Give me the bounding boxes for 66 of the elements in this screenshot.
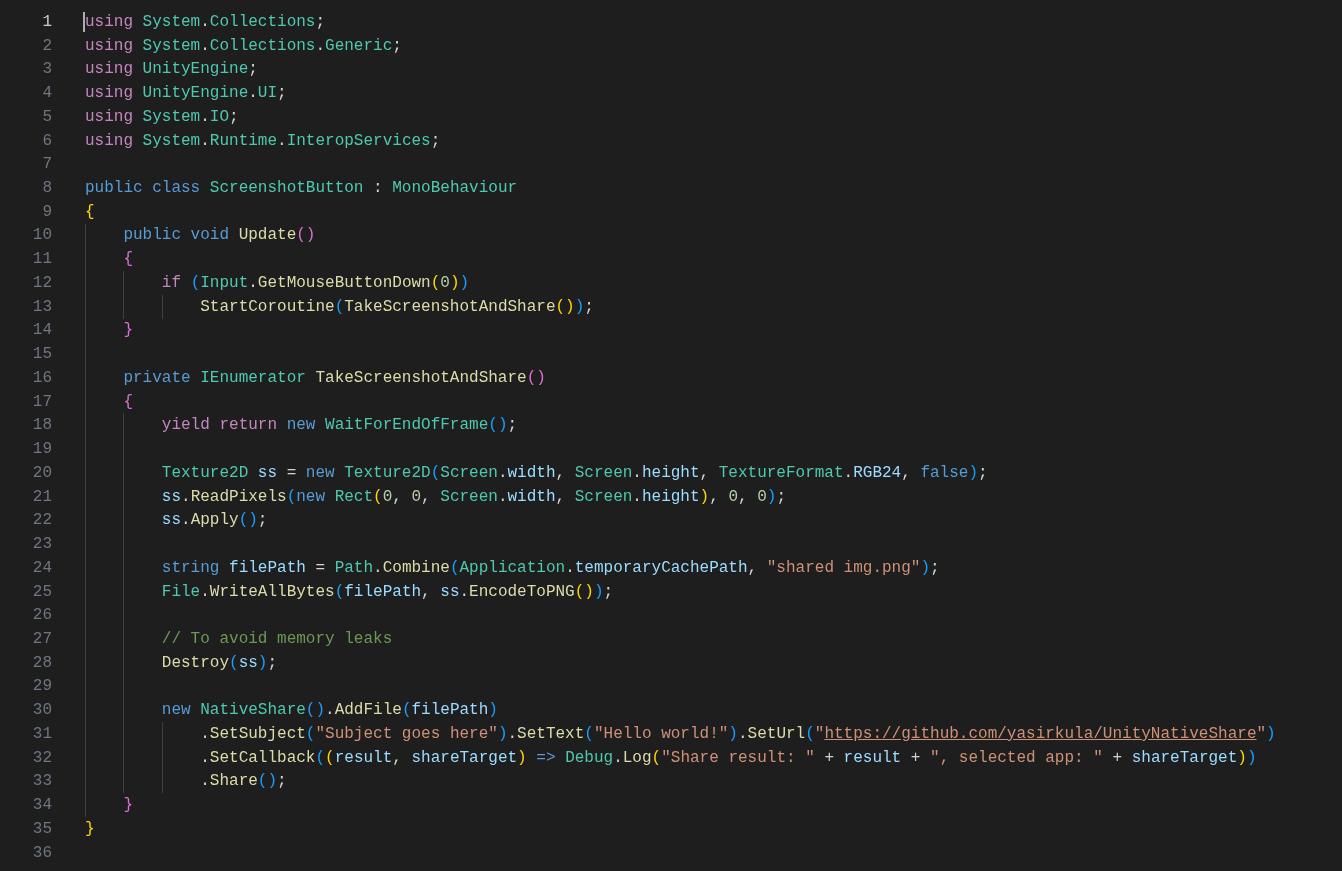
line-number: 6 bbox=[41, 130, 52, 152]
line-number: 30 bbox=[31, 700, 52, 722]
code-line: { bbox=[85, 201, 95, 223]
code-line: File.WriteAllBytes(filePath, ss.EncodeToPNG()); bbox=[160, 581, 614, 603]
code-line: using System.Runtime.InteropServices; bbox=[85, 130, 441, 152]
line-number: 16 bbox=[31, 367, 52, 389]
code-line: using UnityEngine.UI; bbox=[85, 83, 287, 105]
line-number: 31 bbox=[31, 723, 52, 745]
code-line: Texture2D ss = new Texture2D(Screen.width, Screen.height, TextureFormat.RGB24, false); bbox=[160, 462, 988, 484]
line-number: 2 bbox=[41, 35, 52, 57]
line-number: 19 bbox=[31, 439, 52, 461]
code-line: } bbox=[122, 795, 133, 817]
code-line: Destroy(ss); bbox=[160, 652, 278, 674]
code-line: ss.Apply(); bbox=[160, 510, 268, 532]
line-number: 34 bbox=[31, 795, 52, 817]
code-line: if (Input.GetMouseButtonDown(0)) bbox=[160, 272, 470, 294]
code-line: { bbox=[122, 249, 133, 271]
line-number: 33 bbox=[31, 771, 52, 793]
line-number: 10 bbox=[31, 225, 52, 247]
code-line: public void Update() bbox=[122, 225, 316, 247]
line-number: 8 bbox=[41, 178, 52, 199]
code-line: // To avoid memory leaks bbox=[160, 628, 393, 650]
code-line: string filePath = Path.Combine(Application.temporaryCachePath, "shared img.png"); bbox=[160, 557, 940, 579]
code-line: StartCoroutine(TakeScreenshotAndShare()); bbox=[199, 296, 594, 318]
line-number: 4 bbox=[41, 83, 52, 105]
code-line: { bbox=[122, 391, 133, 413]
line-number: 9 bbox=[41, 201, 52, 223]
line-number: 23 bbox=[31, 534, 52, 556]
line-number: 26 bbox=[31, 605, 52, 627]
code-line: } bbox=[122, 320, 133, 342]
line-number: 28 bbox=[31, 652, 52, 674]
line-number: 15 bbox=[31, 344, 52, 366]
line-number: 24 bbox=[31, 557, 52, 579]
line-number: 14 bbox=[31, 320, 52, 342]
code-line: new NativeShare().AddFile(filePath) bbox=[160, 700, 498, 722]
line-number: 5 bbox=[41, 106, 52, 128]
code-line: .SetSubject("Subject goes here").SetText("Hello world!").SetUrl("https://github.com/yasirkula/UnityNativeShare") bbox=[199, 723, 1276, 745]
line-number: 12 bbox=[31, 272, 52, 294]
line-number: 17 bbox=[31, 391, 52, 413]
code-line: yield return new WaitForEndOfFrame(); bbox=[160, 415, 518, 437]
code-line: using System.Collections.Generic; bbox=[85, 35, 402, 57]
line-number: 35 bbox=[31, 818, 52, 840]
code-line: private IEnumerator TakeScreenshotAndShare() bbox=[122, 367, 546, 389]
line-number: 32 bbox=[31, 747, 52, 769]
code-line: } bbox=[85, 818, 95, 840]
code-line: .Share(); bbox=[199, 771, 287, 793]
line-number: 22 bbox=[31, 510, 52, 532]
line-number: 7 bbox=[41, 154, 52, 176]
code-line: public class ScreenshotButton : MonoBehaviour bbox=[85, 178, 518, 199]
line-number: 3 bbox=[41, 59, 52, 81]
code-line: ss.ReadPixels(new Rect(0, 0, Screen.width, Screen.height), 0, 0); bbox=[160, 486, 786, 508]
line-number: 11 bbox=[31, 249, 52, 271]
code-line: .SetCallback((result, shareTarget) => Debug.Log("Share result: " + result + ", selected app: " + shareTarget)) bbox=[199, 747, 1257, 769]
line-number: 29 bbox=[31, 676, 52, 698]
line-number: 18 bbox=[31, 415, 52, 437]
line-number: 27 bbox=[31, 628, 52, 650]
line-number: 25 bbox=[31, 581, 52, 603]
code-line: using System.Collections; bbox=[85, 11, 326, 33]
text-cursor bbox=[83, 12, 85, 32]
code-line: using UnityEngine; bbox=[85, 59, 258, 81]
line-number: 36 bbox=[31, 842, 52, 864]
line-number: 21 bbox=[31, 486, 52, 508]
line-number: 20 bbox=[31, 462, 52, 484]
line-number: 1 bbox=[41, 11, 52, 33]
code-line: using System.IO; bbox=[85, 106, 239, 128]
line-number: 13 bbox=[31, 296, 52, 318]
